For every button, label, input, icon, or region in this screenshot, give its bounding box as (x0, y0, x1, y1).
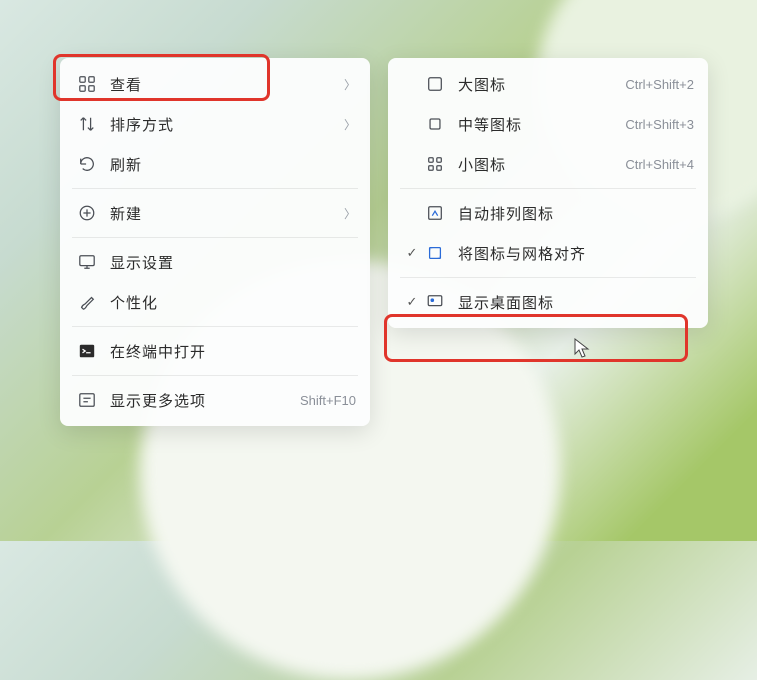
large-icons-icon (422, 73, 448, 95)
check-slot: ✓ (402, 245, 422, 261)
auto-arrange-icon (422, 202, 448, 224)
menu-item-display-settings[interactable]: 显示设置 (64, 242, 366, 282)
menu-item-refresh[interactable]: 刷新 (64, 144, 366, 184)
menu-item-view[interactable]: 查看 〉 (64, 64, 366, 104)
menu-item-personalize[interactable]: 个性化 (64, 282, 366, 322)
submenu-item-show-desktop-icons[interactable]: ✓ 显示桌面图标 (392, 282, 704, 322)
submenu-item-label: 大图标 (458, 74, 615, 95)
menu-separator (72, 326, 358, 327)
menu-separator (400, 188, 696, 189)
menu-separator (72, 375, 358, 376)
menu-item-label: 显示设置 (110, 252, 356, 273)
submenu-item-auto-arrange[interactable]: 自动排列图标 (392, 193, 704, 233)
check-slot: ✓ (402, 294, 422, 310)
menu-item-sort[interactable]: 排序方式 〉 (64, 104, 366, 144)
grid-icon (74, 73, 100, 95)
more-icon (74, 389, 100, 411)
submenu-item-label: 将图标与网格对齐 (458, 243, 694, 264)
align-grid-icon (422, 242, 448, 264)
menu-item-terminal[interactable]: 在终端中打开 (64, 331, 366, 371)
submenu-item-label: 小图标 (458, 154, 615, 175)
menu-item-more-options[interactable]: 显示更多选项 Shift+F10 (64, 380, 366, 420)
submenu-item-medium-icons[interactable]: 中等图标 Ctrl+Shift+3 (392, 104, 704, 144)
desktop-icon (422, 291, 448, 313)
chevron-right-icon: 〉 (344, 205, 356, 222)
submenu-item-align-grid[interactable]: ✓ 将图标与网格对齐 (392, 233, 704, 273)
submenu-item-large-icons[interactable]: 大图标 Ctrl+Shift+2 (392, 64, 704, 104)
menu-item-label: 查看 (110, 74, 336, 95)
cursor-pointer-icon (574, 338, 590, 360)
chevron-right-icon: 〉 (344, 76, 356, 93)
menu-item-new[interactable]: 新建 〉 (64, 193, 366, 233)
menu-separator (400, 277, 696, 278)
medium-icons-icon (422, 113, 448, 135)
terminal-icon (74, 340, 100, 362)
brush-icon (74, 291, 100, 313)
chevron-right-icon: 〉 (344, 116, 356, 133)
menu-item-label: 在终端中打开 (110, 341, 356, 362)
menu-item-label: 显示更多选项 (110, 390, 290, 411)
submenu-item-label: 显示桌面图标 (458, 292, 694, 313)
menu-item-label: 刷新 (110, 154, 356, 175)
submenu-item-small-icons[interactable]: 小图标 Ctrl+Shift+4 (392, 144, 704, 184)
submenu-item-shortcut: Ctrl+Shift+2 (625, 77, 694, 92)
display-icon (74, 251, 100, 273)
submenu-item-label: 中等图标 (458, 114, 615, 135)
small-icons-icon (422, 153, 448, 175)
menu-separator (72, 188, 358, 189)
menu-item-label: 个性化 (110, 292, 356, 313)
refresh-icon (74, 153, 100, 175)
menu-item-label: 排序方式 (110, 114, 336, 135)
view-submenu: 大图标 Ctrl+Shift+2 中等图标 Ctrl+Shift+3 小图标 C… (388, 58, 708, 328)
sort-icon (74, 113, 100, 135)
menu-separator (72, 237, 358, 238)
menu-item-label: 新建 (110, 203, 336, 224)
submenu-item-label: 自动排列图标 (458, 203, 694, 224)
plus-circle-icon (74, 202, 100, 224)
submenu-item-shortcut: Ctrl+Shift+4 (625, 157, 694, 172)
context-menu: 查看 〉 排序方式 〉 刷新 新建 〉 显示设置 个性化 (60, 58, 370, 426)
submenu-item-shortcut: Ctrl+Shift+3 (625, 117, 694, 132)
menu-item-shortcut: Shift+F10 (300, 393, 356, 408)
